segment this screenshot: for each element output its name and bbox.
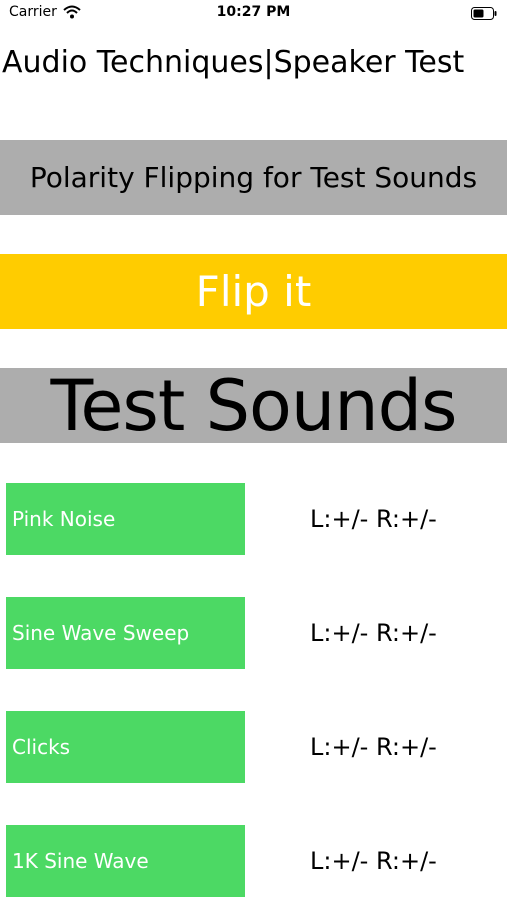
status-bar: Carrier 10:27 PM (0, 0, 507, 28)
pink-noise-button[interactable]: Pink Noise (6, 483, 245, 555)
pink-noise-polarity: L:+/- R:+/- (310, 505, 437, 533)
1k-sine-wave-button[interactable]: 1K Sine Wave (6, 825, 245, 897)
1k-sine-wave-polarity: L:+/- R:+/- (310, 847, 437, 875)
clicks-polarity: L:+/- R:+/- (310, 733, 437, 761)
status-time: 10:27 PM (216, 4, 291, 20)
app-title: Audio Techniques|Speaker Test (2, 45, 465, 80)
polarity-header: Polarity Flipping for Test Sounds (0, 140, 507, 215)
clicks-button[interactable]: Clicks (6, 711, 245, 783)
test-sounds-header: Test Sounds (0, 368, 507, 443)
sine-wave-sweep-button[interactable]: Sine Wave Sweep (6, 597, 245, 669)
flip-button[interactable]: Flip it (0, 254, 507, 329)
sine-wave-sweep-polarity: L:+/- R:+/- (310, 619, 437, 647)
battery-icon (471, 7, 497, 20)
